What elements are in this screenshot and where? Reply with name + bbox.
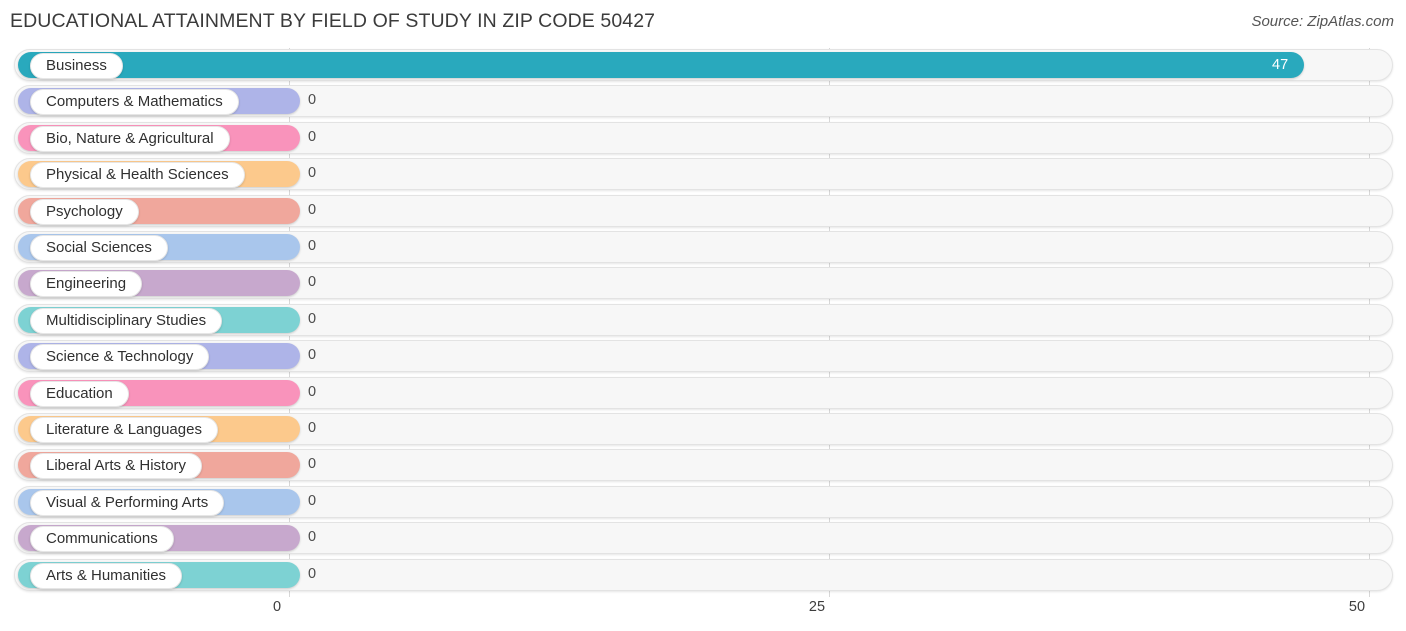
bar-value-label: 0 <box>308 201 317 218</box>
chart-plot-area: 47 Business 0 Computers & Mathematics 0 Bio, … <box>0 44 1406 597</box>
category-label-engineering[interactable]: Engineering <box>30 271 143 298</box>
bar-row: 0 Arts & Humanities <box>0 558 1406 591</box>
category-label-social-sciences[interactable]: Social Sciences <box>30 235 168 261</box>
category-label-education[interactable]: Education <box>30 380 129 407</box>
category-label-arts-humanities[interactable]: Arts & Humanities <box>30 562 183 589</box>
category-label-visual-performing-arts[interactable]: Visual & Performing Arts <box>30 489 225 516</box>
x-tick-50: 50 <box>1348 599 1366 615</box>
page-title: EDUCATIONAL ATTAINMENT BY FIELD OF STUDY… <box>10 10 656 32</box>
bar-row: 0 Psychology <box>0 194 1406 227</box>
bar-value-label: 0 <box>308 238 317 254</box>
source-attribution: Source: ZipAtlas.com <box>1251 13 1394 30</box>
bar-row: 0 Education <box>0 376 1406 409</box>
bar-row: 0 Engineering <box>0 267 1406 300</box>
bar-row: 0 Liberal Arts & History <box>0 449 1406 482</box>
category-label-liberal-arts-history[interactable]: Liberal Arts & History <box>30 453 203 480</box>
bar-value-label: 0 <box>308 128 317 145</box>
bar-row: 0 Science & Technology <box>0 340 1406 373</box>
category-label-communications[interactable]: Communications <box>30 526 174 553</box>
bar-row: 0 Multidisciplinary Studies <box>0 303 1406 336</box>
bar-value-label: 0 <box>308 310 317 327</box>
category-label-business[interactable]: Business <box>30 53 123 79</box>
bar-row: 47 Business <box>0 49 1406 81</box>
bar-value-label: 0 <box>308 383 317 400</box>
category-label-literature-languages[interactable]: Literature & Languages <box>30 417 218 443</box>
x-axis: 0 25 50 <box>0 597 1406 631</box>
bar-value-label: 0 <box>308 347 317 364</box>
chart-header: EDUCATIONAL ATTAINMENT BY FIELD OF STUDY… <box>0 0 1406 44</box>
bar-row: 0 Social Sciences <box>0 231 1406 263</box>
bar-row: 0 Computers & Mathematics <box>0 85 1406 118</box>
bar-value-label: 0 <box>308 492 317 509</box>
x-tick-0: 0 <box>272 599 282 615</box>
bar-value-label: 0 <box>308 565 317 582</box>
category-label-science-technology[interactable]: Science & Technology <box>30 344 210 371</box>
bar-value-label: 0 <box>308 92 317 109</box>
bar-value-label: 0 <box>308 529 317 546</box>
bar-row: 0 Bio, Nature & Agricultural <box>0 121 1406 154</box>
category-label-multidisciplinary-studies[interactable]: Multidisciplinary Studies <box>30 307 223 334</box>
bar-value-label: 0 <box>308 420 317 436</box>
x-tick-25: 25 <box>808 599 826 615</box>
category-label-computers-mathematics[interactable]: Computers & Mathematics <box>30 89 239 116</box>
bar-row: 0 Literature & Languages <box>0 413 1406 445</box>
bar-row: 0 Communications <box>0 522 1406 555</box>
category-label-bio-nature-agricultural[interactable]: Bio, Nature & Agricultural <box>30 125 230 152</box>
bar[interactable]: 47 <box>18 52 1305 78</box>
bar-value-label: 0 <box>308 456 317 473</box>
bar-value-label: 0 <box>308 165 317 182</box>
category-label-physical-health-sciences[interactable]: Physical & Health Sciences <box>30 162 245 189</box>
category-label-psychology[interactable]: Psychology <box>30 198 139 225</box>
bar-value-label: 47 <box>1272 57 1289 73</box>
bar-row: 0 Physical & Health Sciences <box>0 158 1406 191</box>
bar-value-label: 0 <box>308 274 317 291</box>
bar-row: 0 Visual & Performing Arts <box>0 485 1406 518</box>
